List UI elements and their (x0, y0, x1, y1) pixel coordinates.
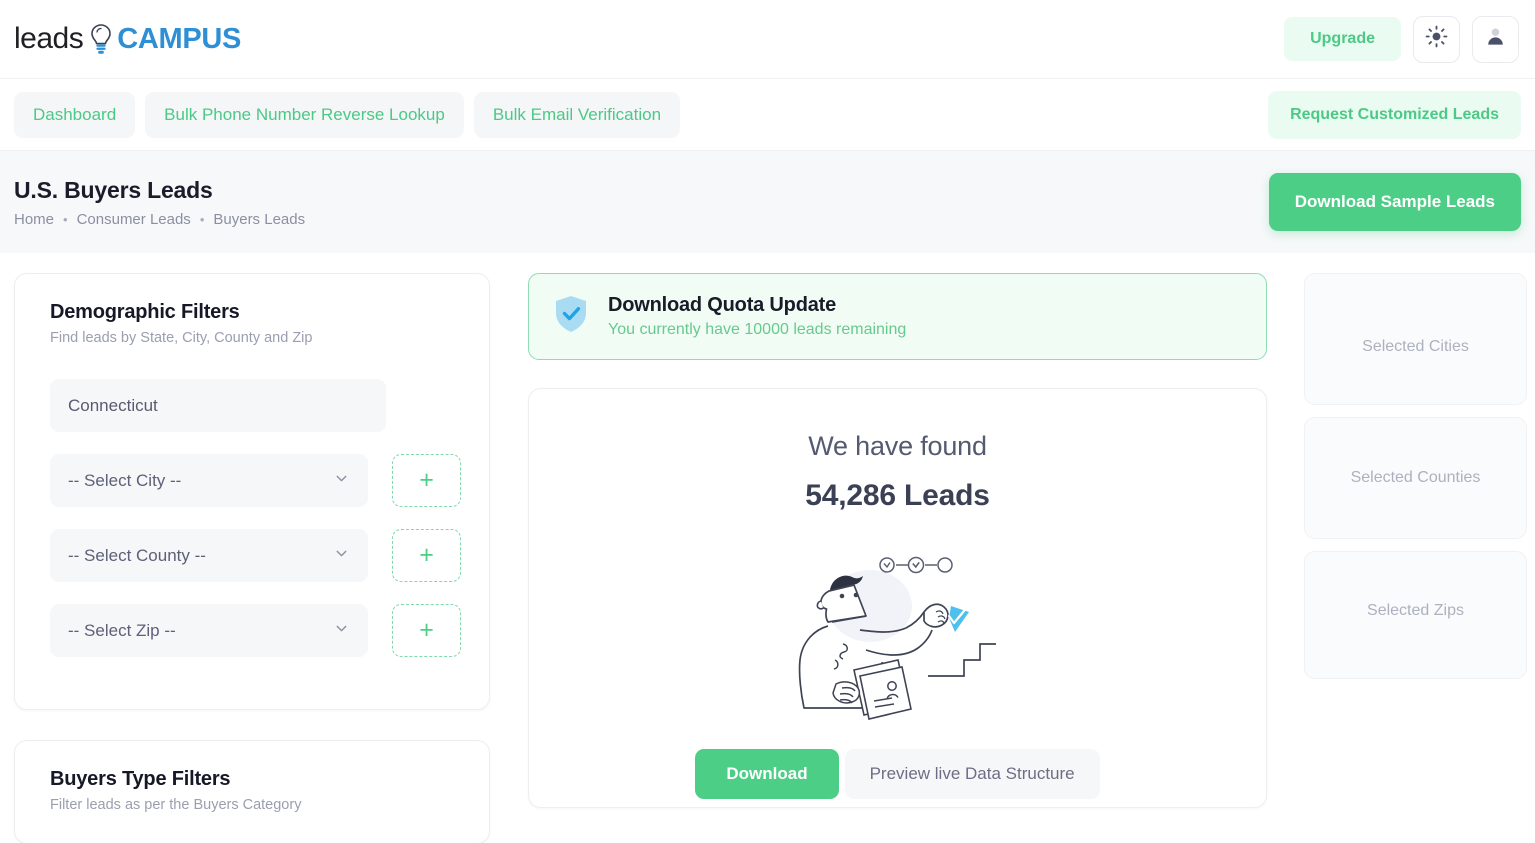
breadcrumb-item-buyers-leads[interactable]: Buyers Leads (213, 211, 305, 228)
buyers-type-filters-title: Buyers Type Filters (50, 768, 231, 790)
main-content: Demographic Filters Find leads by State,… (0, 253, 1535, 843)
secondary-nav: Dashboard Bulk Phone Number Reverse Look… (0, 79, 1535, 150)
user-icon (1484, 25, 1507, 53)
zip-select[interactable]: -- Select Zip -- (50, 604, 368, 657)
shield-check-icon (553, 294, 589, 339)
plus-icon: + (419, 466, 434, 494)
nav-item-dashboard[interactable]: Dashboard (14, 91, 136, 138)
breadcrumb-item-consumer-leads[interactable]: Consumer Leads (77, 211, 191, 228)
request-customized-leads-button[interactable]: Request Customized Leads (1268, 90, 1521, 139)
selected-zips-panel[interactable]: Selected Zips (1304, 551, 1527, 679)
results-found-label: We have found (808, 431, 987, 461)
breadcrumb-item-home[interactable]: Home (14, 211, 54, 228)
top-bar-actions: Upgrade (1284, 15, 1519, 63)
quota-text: Download Quota Update You currently have… (608, 294, 906, 339)
logo-text-campus: CAMPUS (117, 22, 242, 55)
quota-title: Download Quota Update (608, 294, 837, 316)
buyers-type-filters-card: Buyers Type Filters Filter leads as per … (14, 740, 490, 843)
plus-icon: + (419, 541, 434, 569)
app-logo[interactable]: leads CAMPUS (14, 22, 241, 56)
selected-column: Selected Cities Selected Counties Select… (1304, 273, 1527, 691)
sun-icon (1425, 25, 1448, 53)
state-input[interactable]: Connecticut (50, 379, 386, 432)
add-zip-button[interactable]: + (392, 604, 461, 657)
account-button[interactable] (1472, 15, 1519, 63)
breadcrumb: Home • Consumer Leads • Buyers Leads (14, 211, 305, 228)
demographic-filters-card: Demographic Filters Find leads by State,… (14, 273, 490, 710)
logo-text-leads: leads (14, 22, 84, 55)
selected-zips-label: Selected Zips (1367, 602, 1464, 619)
filters-column: Demographic Filters Find leads by State,… (14, 273, 490, 843)
buyers-type-filters-subtitle: Filter leads as per the Buyers Category (50, 797, 302, 813)
county-field-row: -- Select County -- + (50, 529, 461, 582)
nav-item-bulk-email-verification[interactable]: Bulk Email Verification (473, 91, 681, 138)
page-title: U.S. Buyers Leads (14, 176, 213, 203)
download-button[interactable]: Download (695, 749, 839, 799)
theme-toggle-button[interactable] (1413, 15, 1460, 63)
add-city-button[interactable]: + (392, 454, 461, 507)
quota-subtitle: You currently have 10000 leads remaining (608, 321, 907, 338)
state-field-row: Connecticut (50, 379, 461, 432)
results-count: 54,286 Leads (805, 479, 990, 512)
selected-cities-panel[interactable]: Selected Cities (1304, 273, 1527, 405)
county-select-value: -- Select County -- (68, 545, 206, 565)
add-county-button[interactable]: + (392, 529, 461, 582)
county-select[interactable]: -- Select County -- (50, 529, 368, 582)
selected-counties-panel[interactable]: Selected Counties (1304, 417, 1527, 539)
city-select[interactable]: -- Select City -- (50, 454, 368, 507)
selected-counties-label: Selected Counties (1350, 469, 1481, 486)
results-card: We have found 54,286 Leads Download Prev… (528, 388, 1267, 808)
breadcrumb-separator: • (63, 211, 68, 227)
download-quota-banner: Download Quota Update You currently have… (528, 273, 1267, 360)
download-sample-leads-button[interactable]: Download Sample Leads (1268, 173, 1521, 231)
city-select-value: -- Select City -- (68, 470, 182, 490)
upgrade-button[interactable]: Upgrade (1284, 17, 1401, 61)
demographic-filters-title: Demographic Filters (50, 301, 240, 323)
chevron-down-icon (333, 545, 350, 567)
breadcrumb-separator: • (199, 211, 205, 227)
zip-select-value: -- Select Zip -- (68, 620, 176, 640)
results-actions: Download Preview live Data Structure (529, 749, 1266, 799)
city-field-row: -- Select City -- + (50, 454, 461, 507)
page-header: U.S. Buyers Leads Home • Consumer Leads … (0, 150, 1535, 253)
top-bar: leads CAMPUS Upgrade (0, 0, 1535, 79)
chevron-down-icon (333, 620, 350, 642)
demographic-filters-subtitle: Find leads by State, City, County and Zi… (50, 330, 313, 346)
zip-field-row: -- Select Zip -- + (50, 604, 461, 657)
results-column: Download Quota Update You currently have… (528, 273, 1267, 808)
lightbulb-icon (88, 22, 114, 56)
plus-icon: + (419, 616, 434, 644)
nav-item-bulk-phone-lookup[interactable]: Bulk Phone Number Reverse Lookup (145, 91, 464, 138)
page-header-text: U.S. Buyers Leads Home • Consumer Leads … (14, 177, 305, 228)
demographic-filters-body: Connecticut -- Select City -- + -- Selec… (50, 379, 461, 657)
person-with-documents-illustration (788, 538, 1008, 723)
chevron-down-icon (333, 470, 350, 492)
preview-data-structure-button[interactable]: Preview live Data Structure (844, 749, 1100, 799)
selected-cities-label: Selected Cities (1362, 338, 1469, 355)
